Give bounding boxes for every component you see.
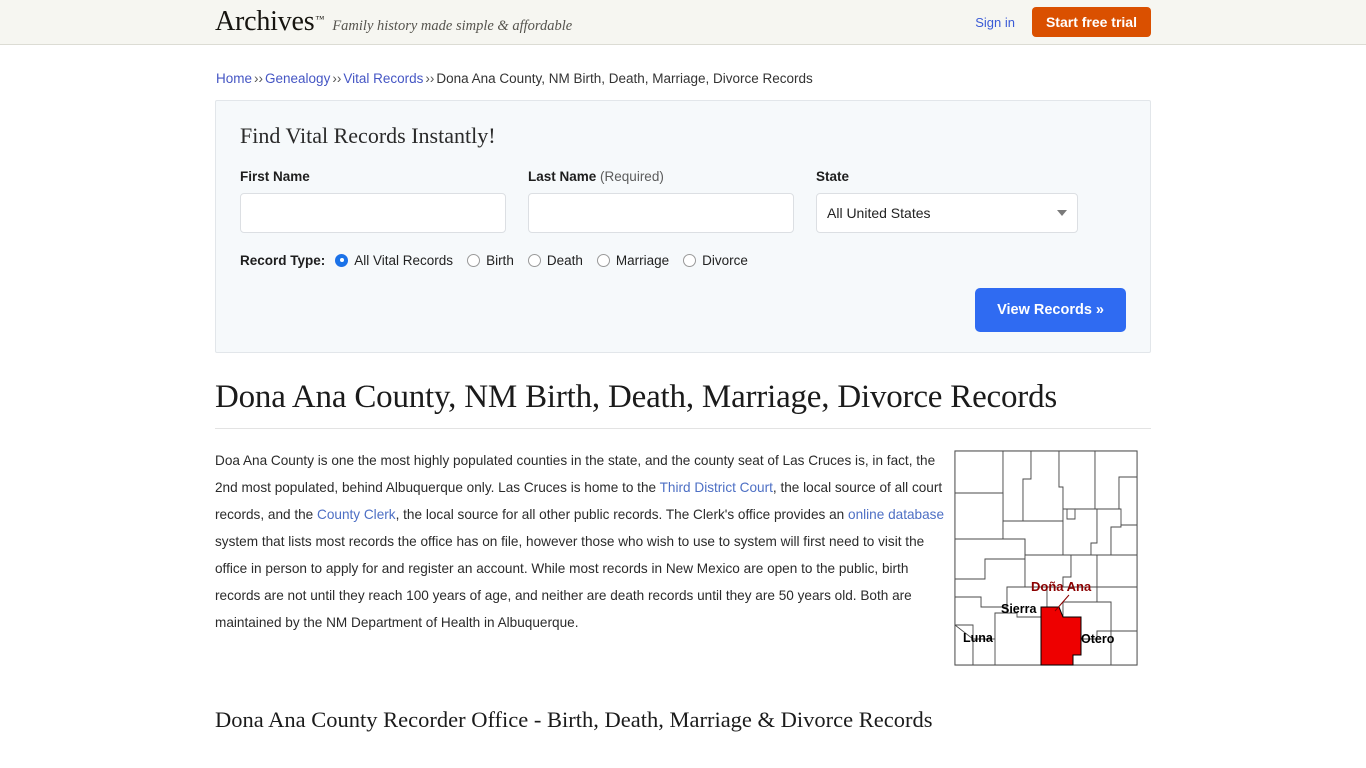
radio-icon-all-vital-records[interactable]	[335, 253, 349, 267]
map-label-luna: Luna	[963, 631, 994, 645]
radio-label-birth: Birth	[486, 252, 514, 268]
breadcrumb: Home ›› Genealogy ›› Vital Records ›› Dona Ana…	[215, 61, 1151, 100]
article-body: Doa Ana County is one the most highly po…	[215, 447, 946, 636]
radio-divorce[interactable]: Divorce	[683, 253, 748, 268]
last-name-required-note: (Required)	[600, 168, 664, 184]
first-name-input[interactable]	[240, 192, 506, 233]
submit-row: View Records »	[240, 287, 1126, 332]
brand-tagline: Family history made simple & affordable	[332, 18, 573, 34]
radio-icon-divorce[interactable]	[683, 253, 697, 267]
breadcrumb-separator: ››	[332, 71, 342, 86]
breadcrumb-separator: ››	[425, 71, 435, 86]
record-type-row: Record Type: All Vital Records Birth Dea…	[240, 253, 1126, 268]
map-column: Doña Ana Sierra Luna Otero	[951, 447, 1151, 670]
view-records-button[interactable]: View Records »	[975, 287, 1126, 332]
recorder-office-heading: Dona Ana County Recorder Office - Birth,…	[215, 707, 933, 733]
link-third-district-court[interactable]: Third District Court	[660, 480, 773, 495]
page-container: Home ›› Genealogy ›› Vital Records ›› Dona Ana…	[215, 45, 1151, 768]
breadcrumb-separator: ››	[254, 71, 264, 86]
link-online-database[interactable]: online database	[848, 507, 944, 522]
breadcrumb-item-current: Dona Ana County, NM Birth, Death, Marria…	[436, 71, 813, 86]
state-field-group: State All United States	[816, 169, 1078, 233]
radio-label-divorce: Divorce	[702, 252, 748, 268]
search-fields-row: First Name Last Name (Required) State Al…	[240, 169, 1126, 233]
record-type-label: Record Type:	[240, 252, 326, 268]
radio-marriage[interactable]: Marriage	[596, 252, 670, 268]
site-logo[interactable]: Archives ™ Family history made simple & a…	[215, 8, 572, 36]
brand-name: Archives	[215, 6, 315, 37]
state-select[interactable]: All United States	[816, 192, 1078, 233]
state-label: State	[816, 168, 850, 184]
map-icon: Doña Ana Sierra Luna Otero	[954, 450, 1138, 667]
radio-all-vital-records[interactable]: All Vital Records	[335, 253, 453, 268]
first-name-label: First Name	[240, 168, 310, 184]
site-header: Archives ™ Family history made simple & a…	[0, 0, 1366, 45]
radio-birth[interactable]: Birth	[467, 253, 514, 268]
breadcrumb-item-vital-records[interactable]: Vital Records	[343, 71, 423, 86]
radio-icon-marriage[interactable]	[596, 253, 610, 267]
radio-icon-death[interactable]	[527, 253, 541, 267]
header-actions: Sign in Start free trial	[975, 0, 1151, 44]
last-name-input[interactable]	[528, 192, 794, 233]
last-name-label-text: Last Name	[528, 168, 597, 184]
breadcrumb-item-home[interactable]: Home	[216, 71, 252, 86]
last-name-field-group: Last Name (Required)	[528, 169, 794, 233]
page-title: Dona Ana County, NM Birth, Death, Marria…	[215, 378, 1058, 415]
trademark-icon: ™	[315, 14, 325, 24]
last-name-label: Last Name (Required)	[528, 169, 794, 184]
radio-label-all-vital-records: All Vital Records	[354, 252, 454, 268]
content-row: Doa Ana County is one the most highly po…	[215, 447, 1151, 670]
radio-label-marriage: Marriage	[615, 252, 670, 268]
search-panel-title: Find Vital Records Instantly!	[240, 122, 496, 148]
radio-icon-birth[interactable]	[467, 253, 481, 267]
radio-label-death: Death	[546, 252, 583, 268]
map-label-dona-ana: Doña Ana	[1031, 579, 1092, 594]
new-mexico-county-map: Doña Ana Sierra Luna Otero	[951, 447, 1151, 670]
state-select-wrapper: All United States	[816, 192, 1078, 233]
link-county-clerk[interactable]: County Clerk	[317, 507, 396, 522]
header-inner: Archives ™ Family history made simple & a…	[215, 0, 1151, 44]
title-divider	[215, 428, 1151, 430]
vital-records-search-panel: Find Vital Records Instantly! First Name…	[215, 99, 1151, 353]
radio-death[interactable]: Death	[527, 252, 583, 268]
breadcrumb-item-genealogy[interactable]: Genealogy	[265, 71, 330, 86]
intro-paragraph: Doa Ana County is one the most highly po…	[215, 447, 946, 636]
first-name-field-group: First Name	[240, 169, 506, 233]
sign-in-link[interactable]: Sign in	[975, 15, 1015, 30]
intro-text-part3: , the local source for all other public …	[395, 507, 849, 523]
intro-text-part4: system that lists most records the offic…	[215, 534, 925, 631]
map-label-otero: Otero	[1081, 632, 1115, 646]
start-free-trial-button[interactable]: Start free trial	[1031, 7, 1151, 37]
map-label-sierra: Sierra	[1001, 602, 1037, 616]
